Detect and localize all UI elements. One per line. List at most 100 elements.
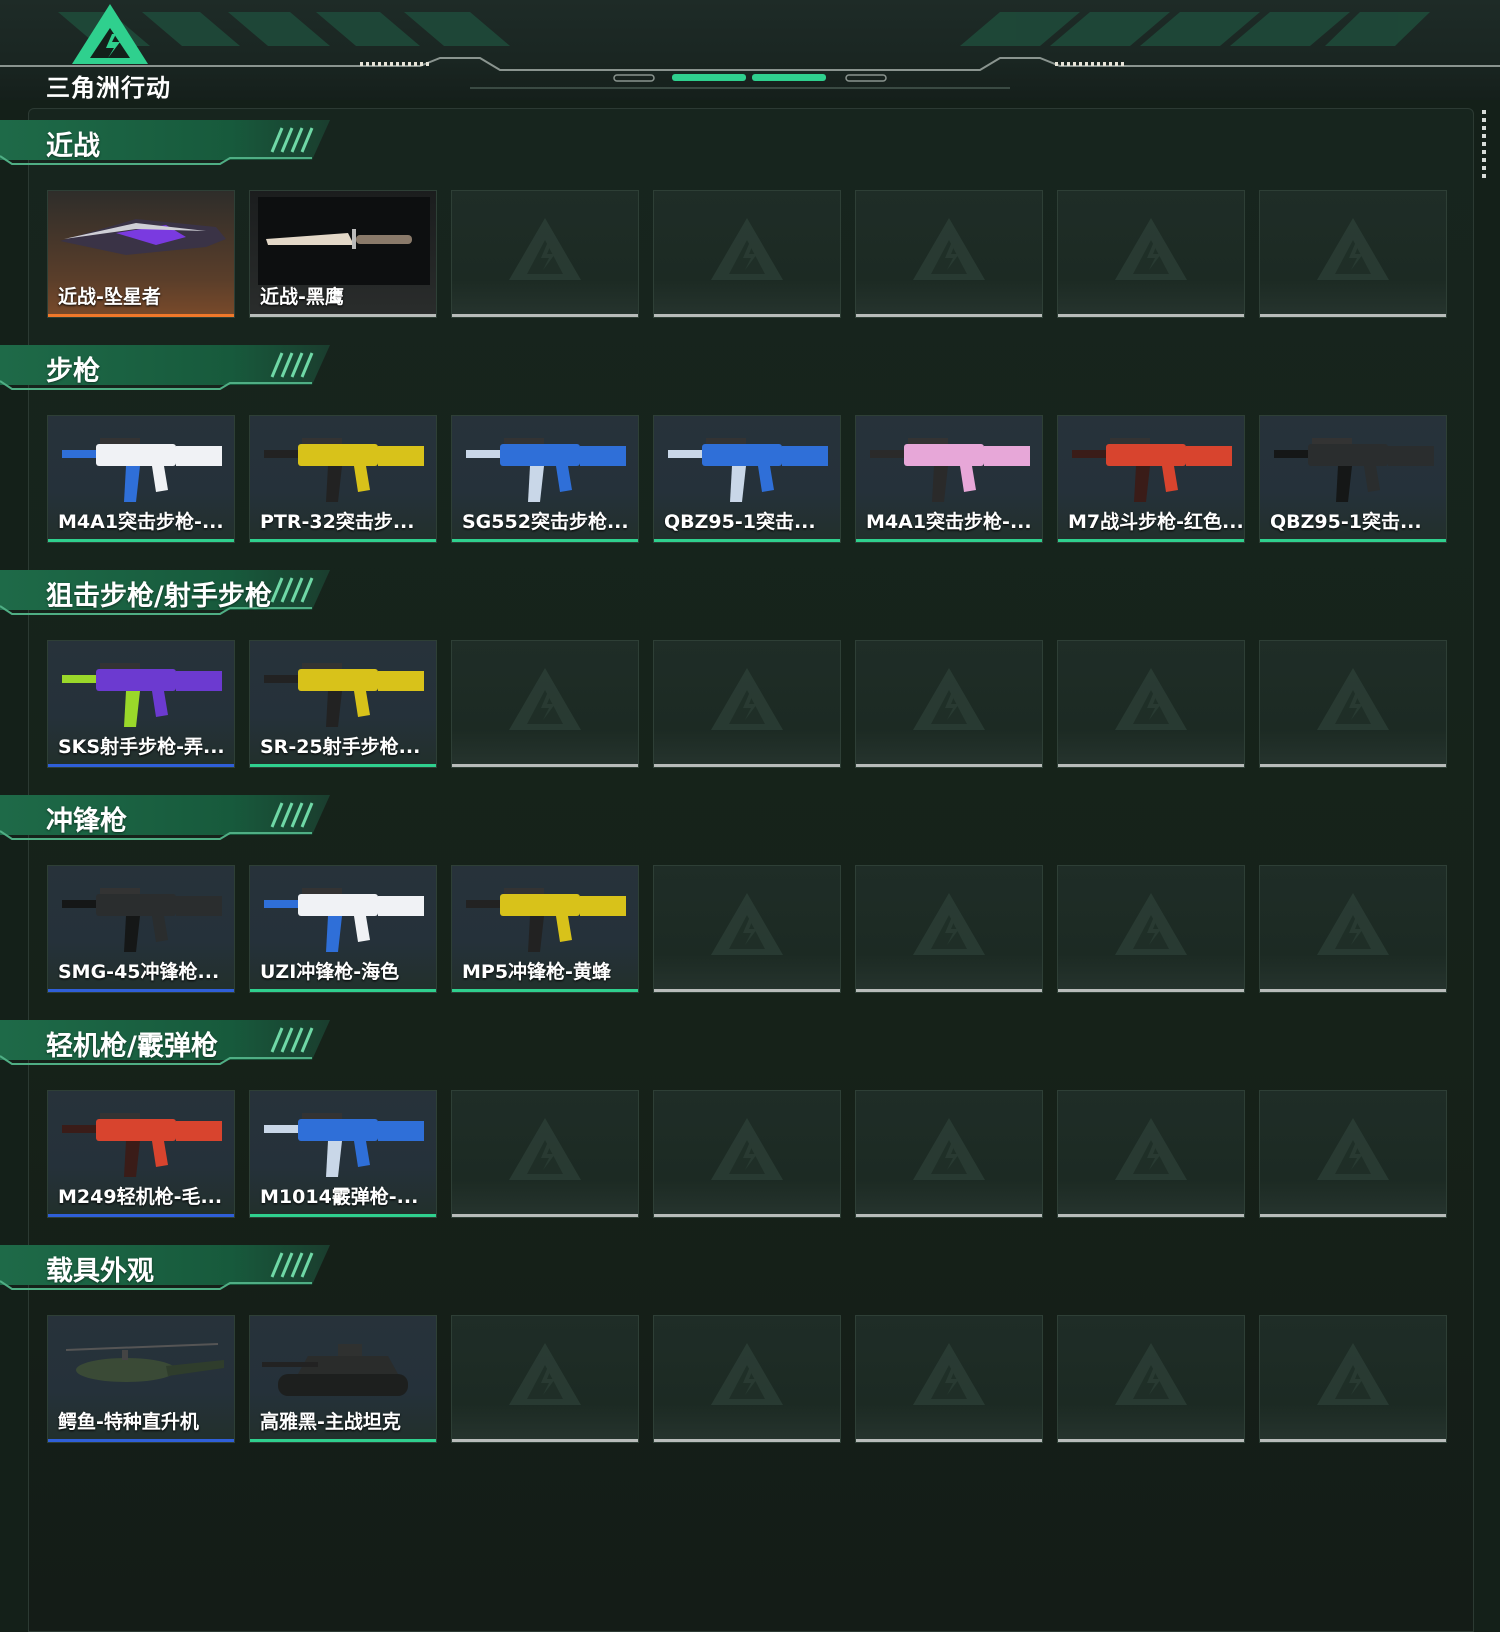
slot-bar <box>1260 1439 1446 1442</box>
triangle-watermark-icon <box>1115 667 1187 730</box>
skin-card[interactable]: SKS射手步枪-弄... <box>47 640 235 768</box>
assault-rifle-blue-white-icon <box>62 438 222 502</box>
slot-bar <box>1058 764 1244 767</box>
empty-slot <box>1259 865 1447 993</box>
triangle-logo-icon <box>72 4 148 64</box>
triangle-watermark-icon <box>711 892 783 955</box>
slot-bar <box>452 1439 638 1442</box>
slot-bar <box>452 314 638 317</box>
skin-card[interactable]: SMG-45冲锋枪... <box>47 865 235 993</box>
skin-card[interactable]: M4A1突击步枪-... <box>47 415 235 543</box>
triangle-watermark-icon <box>509 667 581 730</box>
purple-blade-icon <box>60 219 226 255</box>
category-title: 近战 <box>46 131 100 162</box>
triangle-watermark-icon <box>711 1342 783 1405</box>
skin-card[interactable]: M249轻机枪-毛... <box>47 1090 235 1218</box>
category-header[interactable]: 载具外观 <box>0 1241 340 1297</box>
triangle-watermark-icon <box>1115 217 1187 280</box>
skin-name: QBZ95-1突击... <box>1270 511 1422 533</box>
slot-bar <box>654 1214 840 1217</box>
category-section: 载具外观鳄鱼-特种直升机 高雅黑-主战坦克 <box>0 1241 1500 1465</box>
slot-bar <box>856 314 1042 317</box>
slot-bar <box>856 1214 1042 1217</box>
slot-bar <box>1058 1214 1244 1217</box>
skin-name: 高雅黑-主战坦克 <box>260 1411 401 1433</box>
category-header[interactable]: 轻机枪/霰弹枪 <box>0 1016 340 1072</box>
category-section: 近战近战-坠星者 近战-黑鹰 <box>0 116 1500 340</box>
banner-decoration <box>0 12 1500 89</box>
rarity-bar <box>250 1214 436 1217</box>
category-header[interactable]: 步枪 <box>0 341 340 397</box>
rarity-bar <box>1260 539 1446 542</box>
marksman-rifle-yellow-icon <box>264 663 424 727</box>
skin-card[interactable]: M7战斗步枪-红色... <box>1057 415 1245 543</box>
skin-card[interactable]: SR-25射手步枪... <box>249 640 437 768</box>
smg-yellow-black-icon <box>466 888 626 952</box>
slot-bar <box>1058 314 1244 317</box>
empty-slot <box>1259 190 1447 318</box>
slot-bar <box>452 764 638 767</box>
empty-slot <box>855 865 1043 993</box>
skin-card[interactable]: QBZ95-1突击... <box>653 415 841 543</box>
triangle-watermark-icon <box>1317 217 1389 280</box>
category-header[interactable]: 冲锋枪 <box>0 791 340 847</box>
battle-rifle-red-icon <box>1072 438 1232 502</box>
triangle-watermark-icon <box>1115 1117 1187 1180</box>
category-section: 狙击步枪/射手步枪 SKS射手步枪-弄... SR-25射手步枪... <box>0 566 1500 790</box>
triangle-watermark-icon <box>913 667 985 730</box>
smg-white-blue-icon <box>264 888 424 952</box>
empty-slot <box>1259 1315 1447 1443</box>
slot-bar <box>856 989 1042 992</box>
skin-card[interactable]: 高雅黑-主战坦克 <box>249 1315 437 1443</box>
empty-slot <box>855 640 1043 768</box>
category-header[interactable]: 狙击步枪/射手步枪 <box>0 566 340 622</box>
skin-card[interactable]: UZI冲锋枪-海色 <box>249 865 437 993</box>
triangle-watermark-icon <box>913 892 985 955</box>
skin-card[interactable]: QBZ95-1突击... <box>1259 415 1447 543</box>
triangle-watermark-icon <box>1317 667 1389 730</box>
skin-name: M1014霰弹枪-... <box>260 1186 419 1208</box>
triangle-watermark-icon <box>509 1117 581 1180</box>
empty-slot <box>1057 1090 1245 1218</box>
skin-name: 近战-坠星者 <box>58 286 161 308</box>
empty-slot <box>1057 640 1245 768</box>
bullpup-rifle-blue-icon <box>668 438 828 502</box>
skin-card[interactable]: MP5冲锋枪-黄蜂 <box>451 865 639 993</box>
rarity-bar <box>654 539 840 542</box>
skin-name: M7战斗步枪-红色... <box>1068 511 1244 533</box>
category-header[interactable]: 近战 <box>0 116 340 172</box>
rarity-bar <box>856 539 1042 542</box>
triangle-watermark-icon <box>1115 1342 1187 1405</box>
skin-card[interactable]: M1014霰弹枪-... <box>249 1090 437 1218</box>
empty-slot <box>653 1090 841 1218</box>
skin-card[interactable]: M4A1突击步枪-... <box>855 415 1043 543</box>
triangle-watermark-icon <box>1317 1342 1389 1405</box>
triangle-watermark-icon <box>1317 1117 1389 1180</box>
triangle-watermark-icon <box>509 1342 581 1405</box>
empty-slot <box>653 640 841 768</box>
helicopter-icon <box>65 1343 224 1382</box>
triangle-watermark-icon <box>1115 892 1187 955</box>
empty-slot <box>653 1315 841 1443</box>
skin-card[interactable]: 近战-坠星者 <box>47 190 235 318</box>
skin-card[interactable]: PTR-32突击步... <box>249 415 437 543</box>
slot-bar <box>1260 989 1446 992</box>
slot-bar <box>654 764 840 767</box>
assault-rifle-blue-camo-icon <box>466 438 626 502</box>
skin-card[interactable]: SG552突击步枪... <box>451 415 639 543</box>
slot-bar <box>654 989 840 992</box>
triangle-watermark-icon <box>913 1342 985 1405</box>
empty-slot <box>1057 865 1245 993</box>
triangle-watermark-icon <box>1317 892 1389 955</box>
empty-slot <box>451 1315 639 1443</box>
skin-name: MP5冲锋枪-黄蜂 <box>462 961 611 983</box>
skin-card[interactable]: 鳄鱼-特种直升机 <box>47 1315 235 1443</box>
slot-bar <box>1260 1214 1446 1217</box>
skin-name: SMG-45冲锋枪... <box>58 961 220 983</box>
empty-slot <box>653 865 841 993</box>
skin-card[interactable]: 近战-黑鹰 <box>249 190 437 318</box>
empty-slot <box>1057 1315 1245 1443</box>
empty-slot <box>855 1090 1043 1218</box>
rarity-bar <box>452 539 638 542</box>
category-title: 步枪 <box>46 356 100 387</box>
